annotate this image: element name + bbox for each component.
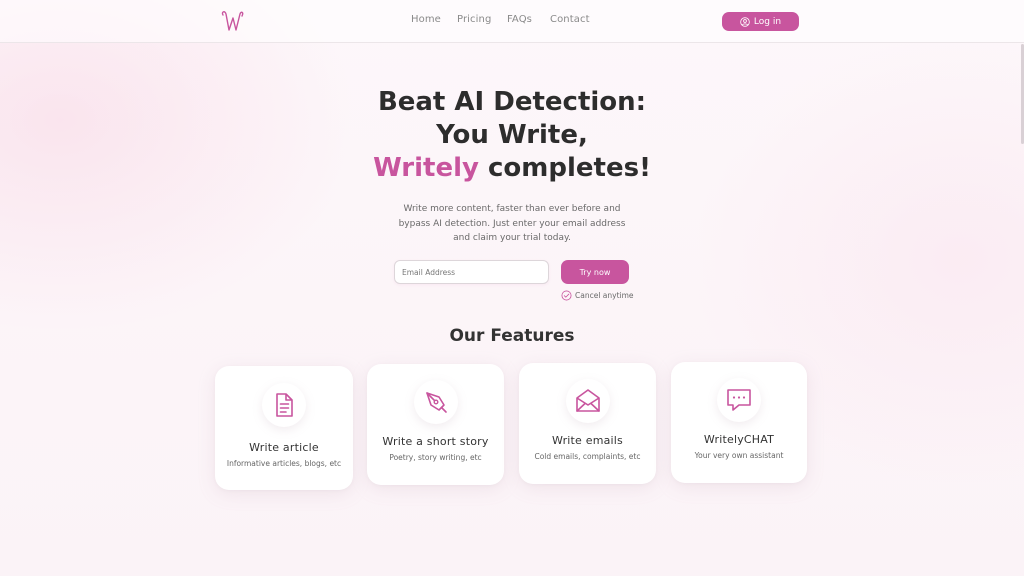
feature-title: Write article [249,441,319,454]
cancel-anytime-label: Cancel anytime [575,290,634,300]
feature-icon-badge [262,383,306,427]
user-circle-icon [740,16,750,27]
feature-icon-badge [565,379,610,423]
hero-title: Beat AI Detection: You Write, Writely co… [312,86,712,185]
main-nav: Home Pricing FAQs Contact [0,14,1024,30]
email-input[interactable] [394,260,549,284]
hero-title-brand: Writely [373,153,479,183]
try-now-button[interactable]: Try now [561,260,629,284]
nav-link-faqs[interactable]: FAQs [507,14,532,25]
hero-subtitle: Write more content, faster than ever bef… [398,204,626,243]
cancel-anytime-note: Cancel anytime [561,289,634,301]
feature-description: Cold emails, complaints, etc [534,452,641,461]
feature-description: Poetry, story writing, etc [389,453,482,462]
hero-title-line-2: You Write, [436,120,588,150]
feature-card-write-article[interactable]: Write article Informative articles, blog… [215,366,353,490]
pen-nib-icon [425,392,447,413]
feature-description: Your very own assistant [694,451,784,460]
chat-bubble-icon [727,389,751,411]
check-circle-icon [561,290,572,300]
hero-title-line-3: completes! [478,153,651,183]
top-navigation-bar: Home Pricing FAQs Contact Log in [0,0,1024,43]
feature-title: WritelyCHAT [703,433,775,446]
login-button[interactable]: Log in [722,12,799,31]
feature-card-writelychat[interactable]: WritelyCHAT Your very own assistant [671,362,807,483]
feature-description: Informative articles, blogs, etc [226,459,342,468]
feature-title: Write emails [551,434,623,447]
hero-title-line-1: Beat AI Detection: [377,87,647,117]
feature-title: Write a short story [382,435,489,448]
feature-icon-badge [413,380,458,424]
document-icon [276,393,293,417]
nav-link-home[interactable]: Home [411,14,441,25]
nav-link-pricing[interactable]: Pricing [457,14,491,25]
envelope-icon [575,389,600,412]
feature-icon-badge [717,378,761,422]
feature-card-write-short-story[interactable]: Write a short story Poetry, story writin… [367,364,504,485]
features-heading: Our Features [449,326,575,346]
nav-link-contact[interactable]: Contact [550,14,590,25]
feature-card-write-emails[interactable]: Write emails Cold emails, complaints, et… [519,363,656,484]
login-label: Log in [753,16,782,27]
